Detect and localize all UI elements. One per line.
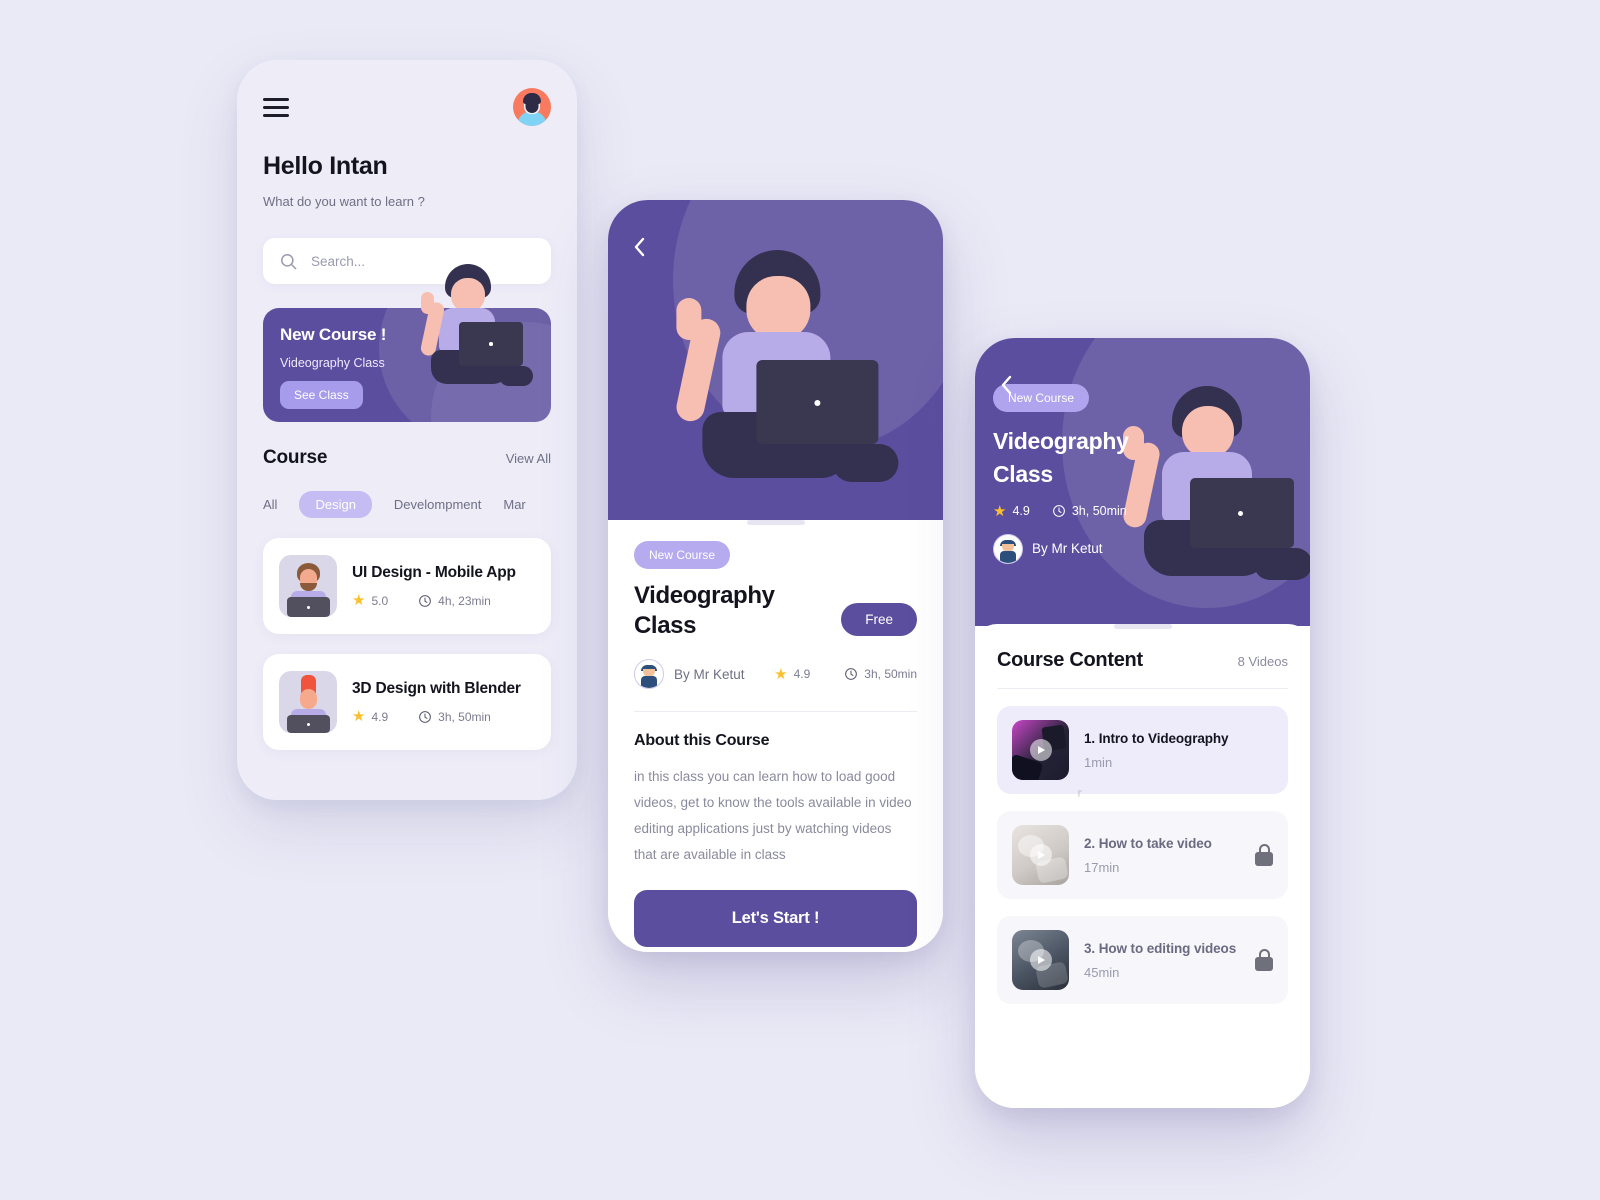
lock-icon — [1255, 949, 1273, 971]
sheet-grabber[interactable] — [1113, 624, 1172, 629]
course-detail-title: Videography Class — [634, 581, 775, 641]
about-section-body: in this class you can learn how to load … — [634, 769, 912, 862]
video-list-item[interactable]: 3. How to editing videos 45min — [997, 916, 1288, 1004]
home-header — [263, 60, 551, 126]
video-duration: 17min — [1084, 859, 1120, 875]
course-title-line-1: Videography — [634, 582, 775, 609]
lock-icon — [1255, 844, 1273, 866]
course-detail-sheet: New Course Videography Class Free By Mr … — [608, 520, 943, 947]
course-title: 3D Design with Blender — [352, 680, 521, 697]
star-icon: ★ — [352, 708, 366, 725]
clock-icon — [845, 668, 858, 680]
video-title: 2. How to take video — [1084, 835, 1212, 851]
search-input[interactable] — [311, 253, 535, 269]
tab-design[interactable]: Design — [299, 491, 372, 518]
instructor-avatar — [993, 533, 1023, 564]
course-rating: 4.9 — [793, 667, 811, 681]
tab-all[interactable]: All — [263, 491, 277, 518]
video-thumbnail — [1012, 825, 1069, 885]
promo-banner[interactable]: New Course ! Videography Class See Class — [263, 264, 551, 422]
course-rating: 5.0 — [371, 593, 389, 608]
course-title: Videography Class — [993, 425, 1310, 492]
course-title-line-2: Class — [634, 612, 697, 639]
star-icon: ★ — [993, 502, 1007, 520]
play-icon — [1029, 844, 1052, 866]
tab-development[interactable]: Develompment — [394, 491, 481, 518]
divider — [997, 688, 1288, 689]
sheet-grabber[interactable] — [746, 520, 805, 525]
video-duration: 45min — [1084, 964, 1120, 980]
back-button[interactable] — [993, 372, 1019, 398]
instructor-name: By Mr Ketut — [674, 666, 745, 682]
category-tabs: All Design Develompment Mar — [263, 491, 551, 518]
instructor-name: By Mr Ketut — [1032, 541, 1103, 557]
new-course-badge: New Course — [634, 541, 731, 569]
ghost-overlap-text: r — [1077, 785, 1083, 800]
page-subtitle: What do you want to learn ? — [263, 194, 425, 209]
hamburger-menu-icon[interactable] — [263, 93, 289, 122]
tab-marketing[interactable]: Mar — [503, 491, 525, 518]
course-section-header: Course View All — [263, 447, 551, 469]
divider — [634, 711, 917, 712]
video-list-item[interactable]: 2. How to take video 17min — [997, 811, 1288, 899]
course-thumbnail — [279, 671, 337, 733]
course-rating: 4.9 — [1012, 504, 1030, 519]
clock-icon — [1052, 505, 1065, 518]
banner-subtitle: Videography Class — [280, 356, 385, 370]
clock-icon — [419, 594, 432, 607]
video-thumbnail — [1012, 720, 1069, 780]
phone-screen-course-content: New Course Videography Class ★ 4.9 3h, 5… — [975, 338, 1310, 1108]
video-title: 1. Intro to Videography — [1084, 730, 1229, 746]
star-icon: ★ — [774, 665, 788, 683]
course-content-sheet: Course Content 8 Videos 1. Intro to Vide… — [975, 624, 1310, 1108]
course-duration: 3h, 50min — [438, 709, 491, 724]
course-duration: 4h, 23min — [438, 593, 491, 608]
view-all-link[interactable]: View All — [506, 451, 551, 466]
course-content-title: Course Content — [997, 649, 1143, 671]
course-duration: 3h, 50min — [1071, 504, 1127, 519]
course-list-item[interactable]: UI Design - Mobile App ★ 5.0 4h, 23min — [263, 538, 551, 634]
video-duration: 1min — [1084, 754, 1113, 770]
see-class-button[interactable]: See Class — [280, 381, 363, 409]
instructor-avatar — [634, 659, 664, 689]
chevron-left-icon — [1001, 375, 1011, 395]
user-avatar[interactable] — [513, 88, 551, 126]
search-bar[interactable] — [263, 238, 551, 284]
course-title: UI Design - Mobile App — [352, 564, 516, 581]
about-section-title: About this Course — [634, 732, 770, 749]
banner-title: New Course ! — [280, 325, 387, 344]
course-thumbnail — [279, 555, 337, 617]
video-count: 8 Videos — [1237, 654, 1288, 669]
course-meta-row: By Mr Ketut ★ 4.9 3h, 50min — [634, 659, 917, 689]
star-icon: ★ — [352, 592, 366, 609]
page-title: Hello Intan — [263, 152, 388, 180]
course-section-title: Course — [263, 447, 328, 468]
video-thumbnail — [1012, 930, 1069, 990]
app-mockup-stage: Hello Intan What do you want to learn ? — [0, 0, 1600, 1200]
video-list-item[interactable]: 1. Intro to Videography 1min r — [997, 706, 1288, 800]
course-title-line-1: Videography — [993, 428, 1129, 454]
video-title: 3. How to editing videos — [1084, 940, 1237, 956]
course-rating: 4.9 — [371, 709, 389, 724]
price-badge[interactable]: Free — [841, 603, 917, 636]
course-duration: 3h, 50min — [864, 667, 917, 681]
clock-icon — [419, 710, 432, 723]
back-button[interactable] — [626, 234, 652, 260]
chevron-left-icon — [634, 237, 644, 257]
course-hero-image — [608, 200, 943, 520]
play-icon — [1029, 949, 1052, 971]
phone-screen-course-detail: New Course Videography Class Free By Mr … — [608, 200, 943, 952]
course-hero-banner: New Course Videography Class ★ 4.9 3h, 5… — [975, 338, 1310, 626]
lets-start-button[interactable]: Let's Start ! — [634, 889, 917, 947]
course-list-item[interactable]: 3D Design with Blender ★ 4.9 3h, 50min — [263, 654, 551, 750]
play-icon — [1029, 739, 1052, 761]
search-icon — [281, 253, 297, 269]
course-title-line-2: Class — [993, 461, 1053, 488]
phone-screen-home: Hello Intan What do you want to learn ? — [237, 60, 577, 800]
